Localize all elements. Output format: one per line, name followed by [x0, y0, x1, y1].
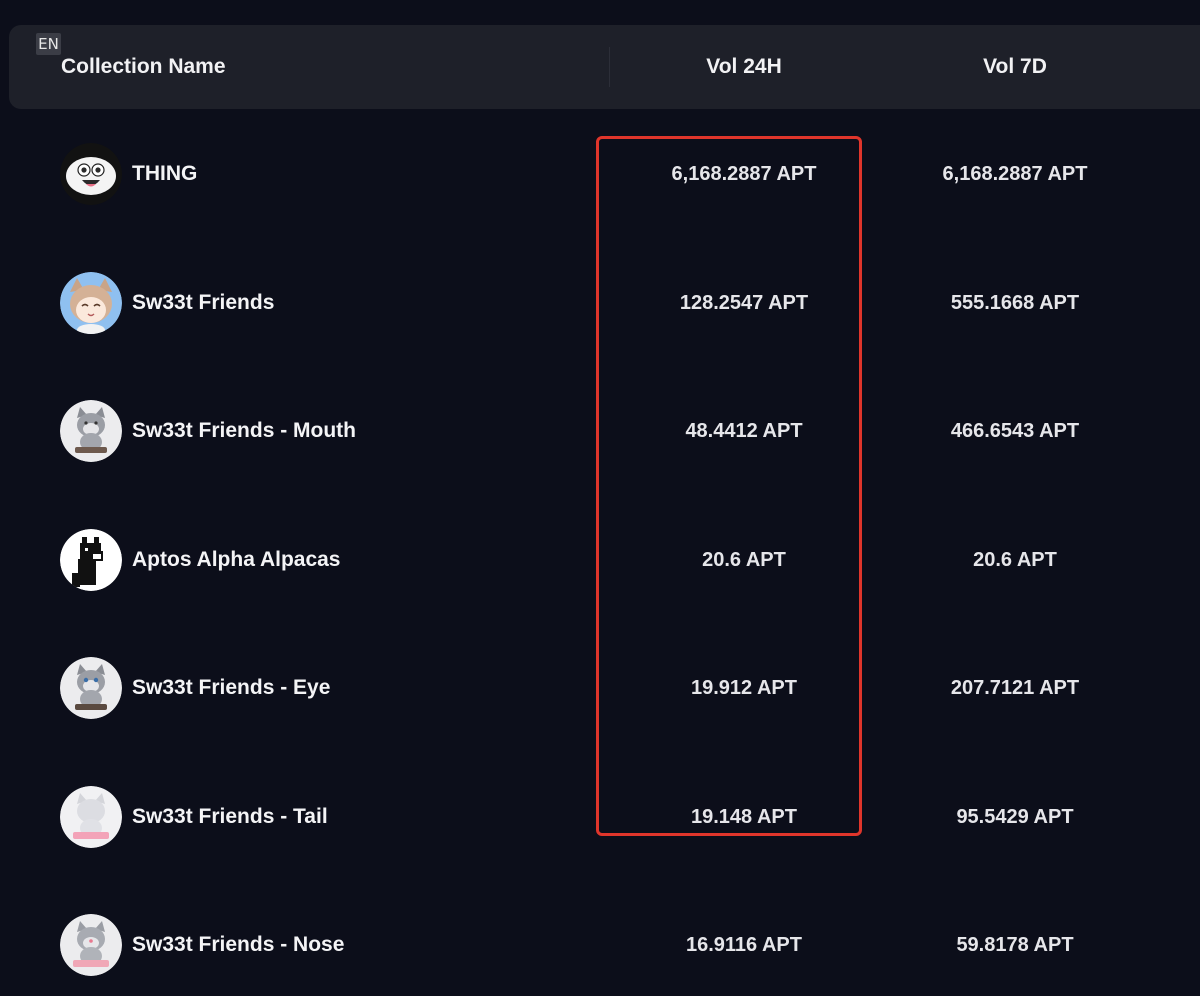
table-row[interactable]: Aptos Alpha Alpacas 20.6 APT 20.6 APT	[0, 495, 1200, 624]
vol-24h-value: 48.4412 APT	[685, 420, 803, 442]
column-header-collection-name[interactable]: Collection Name	[61, 25, 226, 109]
vol-24h-value: 20.6 APT	[702, 548, 786, 571]
table-row[interactable]: Sw33t Friends 128.2547 APT 555.1668 APT	[0, 238, 1200, 367]
collection-name[interactable]: Sw33t Friends	[132, 238, 274, 368]
vol-24h-value: 6,168.2887 APT	[671, 163, 817, 185]
vol-24h-value: 16.9116 APT	[685, 934, 802, 956]
table-row[interactable]: Sw33t Friends - Nose 16.9116 APT 59.8178…	[0, 880, 1200, 996]
table-row[interactable]: THING 6,168.2887 APT 6,168.2887 APT	[0, 109, 1200, 238]
vol-7d-value: 20.6 APT	[973, 548, 1057, 571]
thing-face-avatar[interactable]	[60, 143, 122, 205]
collection-name[interactable]: THING	[132, 109, 197, 239]
language-badge[interactable]: EN	[36, 33, 61, 55]
table-row[interactable]: Sw33t Friends - Eye 19.912 APT 207.7121 …	[0, 623, 1200, 752]
column-header-vol-7d[interactable]: Vol 7D	[865, 25, 1165, 109]
table-row[interactable]: Sw33t Friends - Mouth 48.4412 APT 466.65…	[0, 366, 1200, 495]
collection-name[interactable]: Sw33t Friends - Mouth	[132, 366, 356, 496]
table-header: Collection Name Vol 24H Vol 7D	[9, 25, 1200, 109]
collection-list: THING 6,168.2887 APT 6,168.2887 APT Sw33…	[0, 109, 1200, 996]
column-header-vol-24h[interactable]: Vol 24H	[594, 25, 894, 109]
vol-7d-value: 207.7121 APT	[950, 677, 1080, 699]
collection-name[interactable]: Sw33t Friends - Eye	[132, 623, 330, 753]
vol-7d-value: 555.1668 APT	[950, 291, 1080, 314]
cat-girl-avatar[interactable]	[60, 271, 122, 334]
grey-cat-pink-avatar[interactable]	[60, 914, 122, 976]
grey-cat-avatar[interactable]	[60, 400, 122, 462]
vol-24h-value: 19.912 APT	[691, 677, 797, 699]
white-cat-pink-avatar[interactable]	[60, 785, 122, 848]
vol-7d-value: 59.8178 APT	[956, 934, 1074, 956]
collections-page: EN Collection Name Vol 24H Vol 7D THING …	[0, 0, 1200, 996]
vol-7d-value: 95.5429 APT	[956, 805, 1074, 828]
collection-name[interactable]: Aptos Alpha Alpacas	[132, 495, 340, 625]
collection-name[interactable]: Sw33t Friends - Tail	[132, 752, 328, 882]
vol-24h-value: 19.148 APT	[691, 805, 797, 828]
table-row[interactable]: Sw33t Friends - Tail 19.148 APT 95.5429 …	[0, 752, 1200, 881]
vol-24h-value: 128.2547 APT	[679, 291, 809, 314]
vol-7d-value: 466.6543 APT	[950, 420, 1080, 442]
pixel-alpaca-avatar[interactable]	[60, 528, 122, 591]
grey-cat-avatar[interactable]	[60, 657, 122, 719]
vol-7d-value: 6,168.2887 APT	[942, 163, 1088, 185]
collection-name[interactable]: Sw33t Friends - Nose	[132, 880, 344, 996]
